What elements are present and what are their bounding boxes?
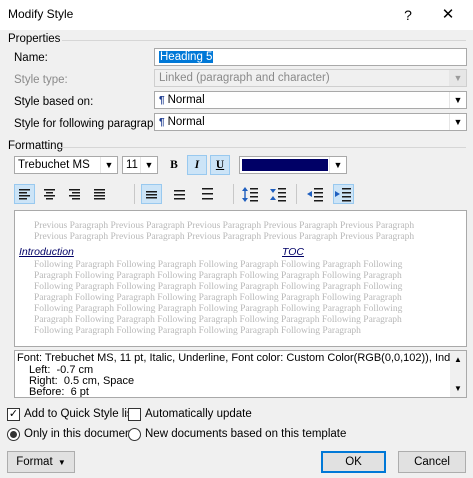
only-document-label: Only in this document: [24, 428, 135, 440]
cancel-button[interactable]: Cancel: [398, 451, 466, 473]
description-line: Before: 6 pt: [29, 386, 89, 398]
paragraph-style-icon: ¶: [159, 117, 165, 128]
radio-selected-icon: [10, 431, 17, 438]
help-button[interactable]: ?: [394, 4, 422, 26]
style-description: Font: Trebuchet MS, 11 pt, Italic, Under…: [14, 350, 467, 398]
format-button-label: Format: [16, 456, 53, 468]
auto-update-label: Automatically update: [145, 408, 252, 420]
chevron-down-icon[interactable]: ▼: [100, 157, 117, 173]
align-right-icon: [69, 189, 80, 200]
space-increase-icon: [242, 187, 258, 202]
chevron-down-icon[interactable]: ▼: [449, 114, 466, 130]
add-quick-style-label: Add to Quick Style list: [24, 408, 136, 420]
close-button[interactable]: ✕: [430, 3, 466, 27]
properties-divider: [62, 40, 466, 41]
toolbar-separator: [233, 184, 234, 204]
underline-button[interactable]: U: [210, 155, 230, 175]
chevron-down-icon[interactable]: ▼: [329, 157, 346, 173]
align-left-icon: [19, 189, 30, 200]
style-preview-pane: Previous Paragraph Previous Paragraph Pr…: [14, 210, 467, 347]
formatting-section-label: Formatting: [8, 140, 63, 152]
new-documents-radio[interactable]: [128, 428, 141, 441]
caret-down-icon: ▼: [57, 458, 66, 467]
close-icon: ✕: [441, 6, 455, 23]
bold-button[interactable]: B: [164, 155, 184, 175]
toolbar-separator: [134, 184, 135, 204]
toolbar-separator: [296, 184, 297, 204]
decrease-indent-icon: [307, 188, 323, 202]
single-spacing-icon: [146, 191, 157, 199]
based-on-value: Normal: [167, 94, 205, 106]
double-spacing-button[interactable]: [197, 184, 218, 204]
decrease-spacing-button[interactable]: [268, 184, 289, 204]
one-half-spacing-button[interactable]: [169, 184, 190, 204]
font-color-picker[interactable]: ▼: [239, 156, 347, 174]
sample-text-left: Introduction: [19, 246, 74, 258]
align-right-button[interactable]: [64, 184, 85, 204]
name-label: Name:: [14, 52, 48, 64]
double-spacing-icon: [202, 188, 213, 200]
properties-section-label: Properties: [8, 33, 61, 45]
following-paragraph-select[interactable]: ¶ Normal ▼: [154, 113, 467, 131]
font-size-value: 11: [126, 159, 138, 171]
new-documents-label: New documents based on this template: [145, 428, 347, 440]
name-field-value: Heading 5: [159, 51, 214, 63]
italic-button[interactable]: I: [187, 155, 207, 175]
font-size-select[interactable]: 11 ▼: [122, 156, 158, 174]
increase-spacing-button[interactable]: [240, 184, 261, 204]
font-name-value: Trebuchet MS: [18, 159, 90, 171]
increase-indent-button[interactable]: [333, 184, 354, 204]
justify-icon: [94, 189, 105, 200]
style-type-select: Linked (paragraph and character) ▼: [154, 69, 467, 87]
format-menu-button[interactable]: Format ▼: [7, 451, 75, 473]
formatting-divider: [60, 147, 466, 148]
single-spacing-button[interactable]: [141, 184, 162, 204]
based-on-select[interactable]: ¶ Normal ▼: [154, 91, 467, 109]
chevron-down-icon: ▼: [449, 70, 466, 86]
ok-button[interactable]: OK: [321, 451, 386, 473]
style-type-value: Linked (paragraph and character): [159, 72, 330, 84]
one-half-spacing-icon: [174, 190, 185, 200]
align-center-icon: [44, 189, 55, 200]
sample-text-right: TOC: [282, 246, 304, 258]
description-scrollbar[interactable]: ▲ ▼: [450, 351, 466, 397]
align-left-button[interactable]: [14, 184, 35, 204]
name-field[interactable]: Heading 5: [154, 48, 467, 66]
scroll-up-icon[interactable]: ▲: [454, 354, 462, 366]
chevron-down-icon[interactable]: ▼: [140, 157, 157, 173]
font-color-swatch: [242, 159, 328, 171]
paragraph-style-icon: ¶: [159, 95, 165, 106]
dialog-title: Modify Style: [8, 7, 74, 21]
following-paragraph-text: Following Paragraph Following Paragraph …: [34, 260, 403, 336]
following-paragraph-value: Normal: [167, 116, 205, 128]
add-quick-style-checkbox[interactable]: ✓: [7, 408, 20, 421]
following-paragraph-label: Style for following paragraph:: [14, 118, 163, 130]
based-on-label: Style based on:: [14, 96, 94, 108]
scroll-down-icon[interactable]: ▼: [454, 383, 462, 395]
decrease-indent-button[interactable]: [305, 184, 326, 204]
only-document-radio[interactable]: [7, 428, 20, 441]
font-name-select[interactable]: Trebuchet MS ▼: [14, 156, 118, 174]
increase-indent-icon: [335, 188, 351, 202]
align-center-button[interactable]: [39, 184, 60, 204]
previous-paragraph-text: Previous Paragraph Previous Paragraph Pr…: [34, 221, 415, 242]
style-type-label: Style type:: [14, 74, 68, 86]
description-line: Font: Trebuchet MS, 11 pt, Italic, Under…: [17, 352, 467, 364]
space-decrease-icon: [270, 188, 286, 202]
justify-button[interactable]: [89, 184, 110, 204]
auto-update-checkbox[interactable]: [128, 408, 141, 421]
chevron-down-icon[interactable]: ▼: [449, 92, 466, 108]
checkmark-icon: ✓: [8, 408, 19, 420]
